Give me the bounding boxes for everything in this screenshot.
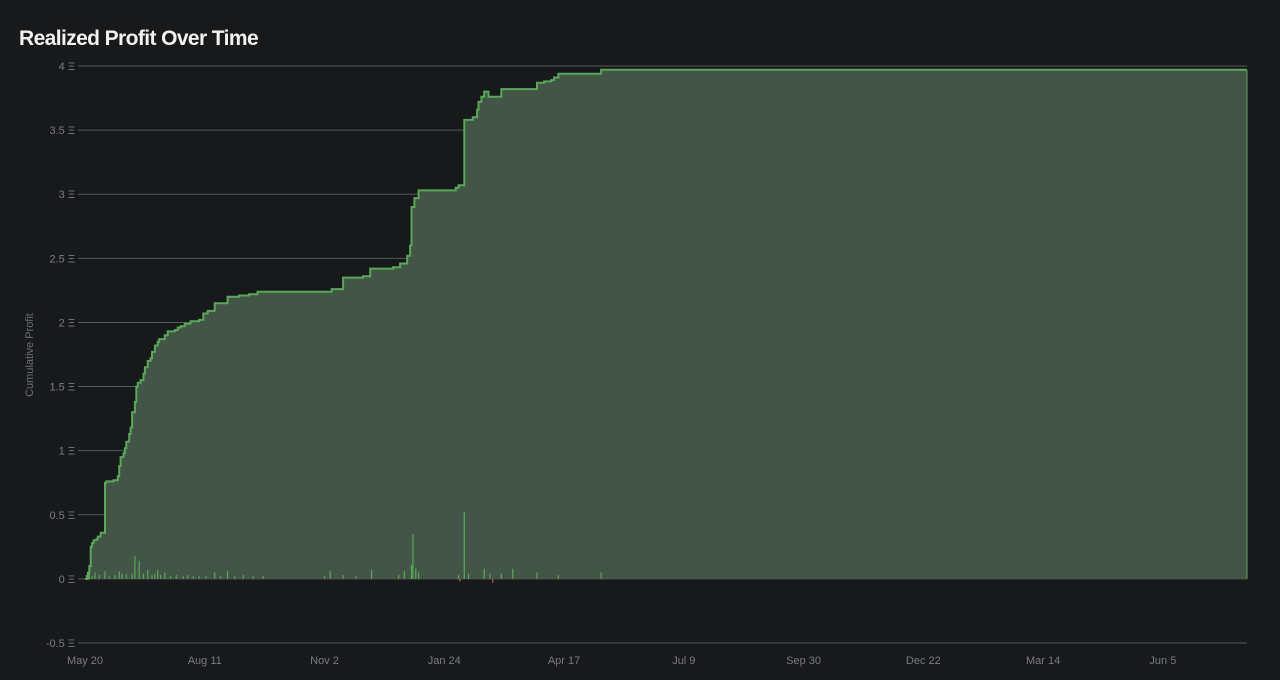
y-tick-label: 3 Ξ <box>59 189 75 201</box>
x-tick-label: Apr 17 <box>548 655 580 667</box>
x-tick-label: Aug 11 <box>188 655 222 667</box>
y-tick-label: -0.5 Ξ <box>46 638 75 650</box>
x-tick-label: May 20 <box>67 655 103 667</box>
x-tick-label: Nov 2 <box>310 655 339 667</box>
y-tick-label: 2 Ξ <box>59 317 75 329</box>
x-tick-label: Jul 9 <box>672 655 695 667</box>
x-tick-label: Mar 14 <box>1026 655 1060 667</box>
y-tick-label: 0.5 Ξ <box>50 510 76 522</box>
cumulative-area <box>85 69 1247 579</box>
area-layer <box>85 68 1248 580</box>
y-tick-label: 1.5 Ξ <box>50 382 76 394</box>
y-tick-label: 3.5 Ξ <box>50 125 76 137</box>
y-tick-label: 4 Ξ <box>59 61 75 73</box>
x-tick-label: Jun 5 <box>1149 655 1176 667</box>
y-tick-label: 1 Ξ <box>59 446 75 458</box>
x-tick-label: Sep 30 <box>786 655 821 667</box>
profit-chart: -0.5 Ξ 0 Ξ 0.5 Ξ 1 Ξ 1.5 Ξ 2 Ξ 2.5 Ξ 3 Ξ 3.5 Ξ 4 … <box>46 61 1248 667</box>
x-tick-label: Dec 22 <box>906 655 941 667</box>
y-tick-label: 2.5 Ξ <box>50 253 76 265</box>
x-tick-label: Jan 24 <box>428 655 461 667</box>
y-tick-label: 0 Ξ <box>59 574 75 586</box>
